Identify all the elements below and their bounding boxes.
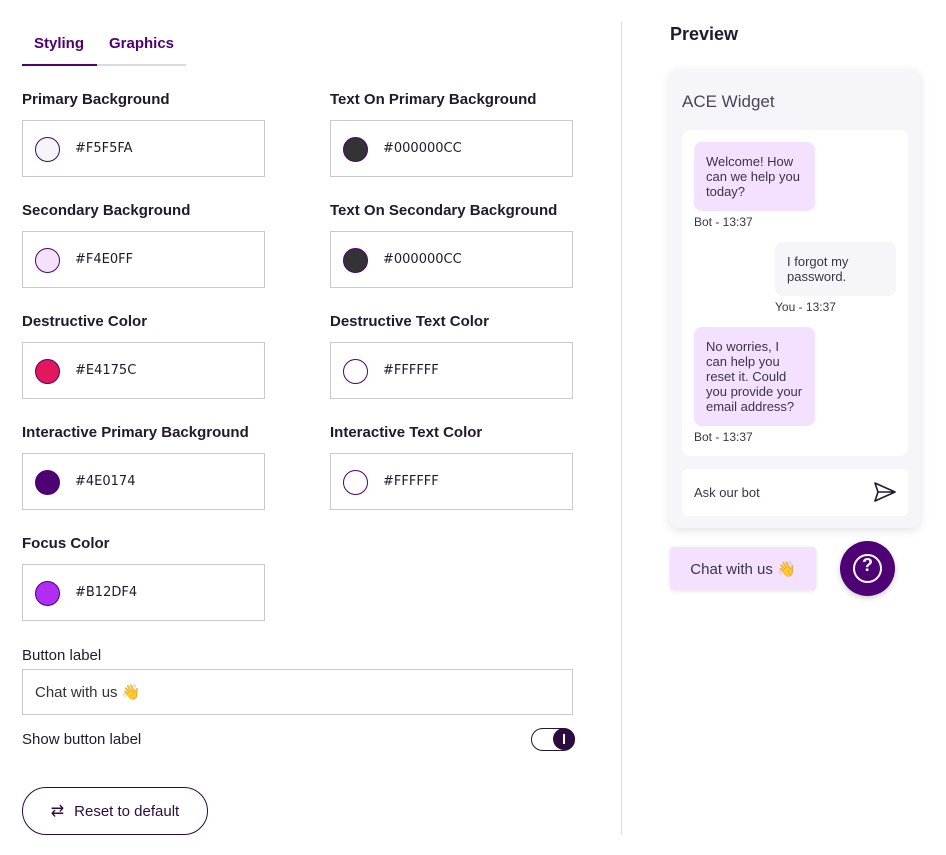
text-on-secondary-background-field[interactable]: #000000CC	[330, 231, 573, 288]
destructive-color-swatch[interactable]	[35, 359, 60, 384]
show-button-label-toggle[interactable]	[531, 728, 575, 751]
focus-color-value: #B12DF4	[75, 585, 138, 600]
help-button[interactable]: ?	[840, 541, 895, 596]
tab-bar: Styling Graphics	[22, 22, 186, 66]
button-label-label: Button label	[22, 647, 102, 664]
active-tab-indicator	[22, 64, 97, 66]
primary-background-swatch[interactable]	[35, 137, 60, 162]
interactive-primary-background-value: #4E0174	[75, 474, 136, 489]
destructive-color-field[interactable]: #E4175C	[22, 342, 265, 399]
panel-divider	[621, 22, 622, 835]
interactive-text-color-swatch[interactable]	[343, 470, 368, 495]
focus-color-field[interactable]: #B12DF4	[22, 564, 265, 621]
interactive-text-color-field[interactable]: #FFFFFF	[330, 453, 573, 510]
bot-message: Welcome! How can we help you today?	[694, 142, 815, 211]
message-meta: Bot - 13:37	[694, 430, 753, 444]
interactive-text-color-label: Interactive Text Color	[330, 424, 483, 441]
tab-styling[interactable]: Styling	[34, 35, 84, 52]
text-on-secondary-background-swatch[interactable]	[343, 248, 368, 273]
destructive-text-color-value: #FFFFFF	[383, 363, 439, 378]
interactive-primary-background-label: Interactive Primary Background	[22, 424, 249, 441]
interactive-primary-background-swatch[interactable]	[35, 470, 60, 495]
destructive-text-color-field[interactable]: #FFFFFF	[330, 342, 573, 399]
secondary-background-field[interactable]: #F4E0FF	[22, 231, 265, 288]
primary-background-label: Primary Background	[22, 91, 170, 108]
secondary-background-swatch[interactable]	[35, 248, 60, 273]
send-icon[interactable]	[874, 482, 896, 502]
user-message: I forgot my password.	[775, 242, 896, 296]
destructive-color-value: #E4175C	[75, 363, 137, 378]
toggle-knob	[553, 728, 575, 750]
preview-title: Preview	[670, 24, 739, 44]
primary-background-value: #F5F5FA	[75, 141, 133, 156]
destructive-color-label: Destructive Color	[22, 313, 148, 330]
destructive-text-color-swatch[interactable]	[343, 359, 368, 384]
text-on-primary-background-swatch[interactable]	[343, 137, 368, 162]
widget-title: ACE Widget	[682, 92, 775, 111]
text-on-primary-background-label: Text On Primary Background	[330, 91, 537, 108]
bot-message: No worries, I can help you reset it. Cou…	[694, 327, 815, 426]
message-composer[interactable]: Ask our bot	[682, 469, 908, 516]
text-on-secondary-background-value: #000000CC	[383, 252, 462, 267]
swap-arrows-icon: ⇄	[50, 803, 65, 820]
show-button-label-label: Show button label	[22, 731, 142, 748]
text-on-primary-background-value: #000000CC	[383, 141, 462, 156]
reset-to-default-button[interactable]: ⇄ Reset to default	[22, 787, 208, 835]
text-on-primary-background-field[interactable]: #000000CC	[330, 120, 573, 177]
destructive-text-color-label: Destructive Text Color	[330, 313, 489, 330]
message-meta: You - 13:37	[775, 300, 836, 314]
chat-with-us-button[interactable]: Chat with us 👋	[670, 547, 816, 590]
secondary-background-value: #F4E0FF	[75, 252, 134, 267]
message-input[interactable]: Ask our bot	[694, 485, 760, 500]
primary-background-field[interactable]: #F5F5FA	[22, 120, 265, 177]
interactive-primary-background-field[interactable]: #4E0174	[22, 453, 265, 510]
chat-messages: Welcome! How can we help you today? Bot …	[682, 130, 908, 456]
reset-button-label: Reset to default	[74, 802, 180, 820]
chat-widget-preview: ACE Widget Welcome! How can we help you …	[670, 70, 920, 528]
focus-color-label: Focus Color	[22, 535, 110, 552]
text-on-secondary-background-label: Text On Secondary Background	[330, 202, 558, 219]
help-button-glyph: ?	[862, 555, 873, 575]
secondary-background-label: Secondary Background	[22, 202, 191, 219]
message-meta: Bot - 13:37	[694, 215, 753, 229]
focus-color-swatch[interactable]	[35, 581, 60, 606]
button-label-input[interactable]	[22, 669, 573, 715]
interactive-text-color-value: #FFFFFF	[383, 474, 439, 489]
tab-graphics[interactable]: Graphics	[109, 35, 174, 52]
